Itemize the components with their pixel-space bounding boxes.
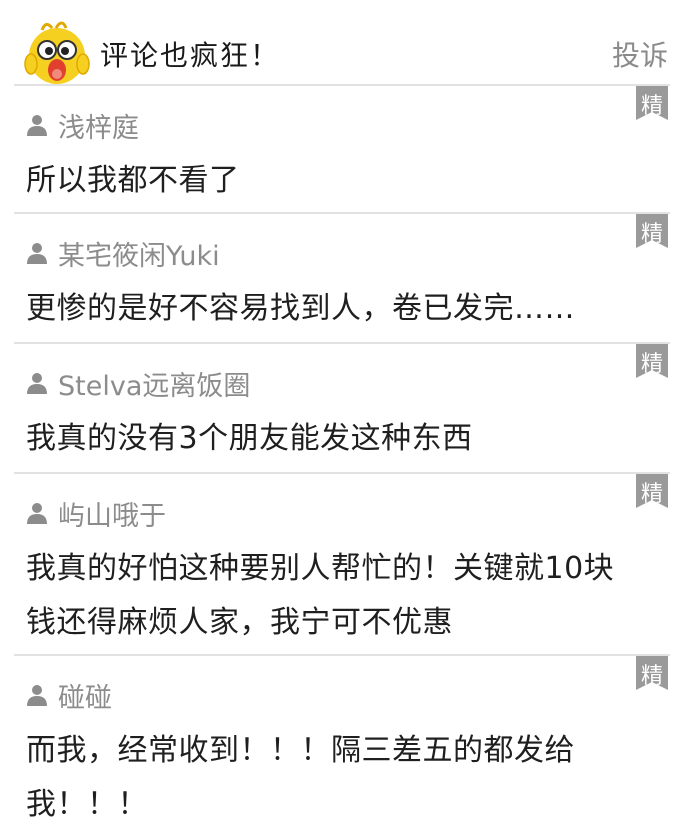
- user-icon: [27, 373, 47, 394]
- user-icon: [27, 503, 47, 524]
- user-icon: [27, 685, 47, 706]
- comment-text: 我真的好怕这种要别人帮忙的！关键就10块钱还得麻烦人家，我宁可不优惠: [26, 551, 615, 640]
- featured-badge-label: 精: [640, 352, 663, 377]
- comment-username: 屿山哦于: [58, 501, 166, 532]
- comments-header: 评论也疯狂！ 投诉: [0, 0, 684, 84]
- comment-text: 所以我都不看了: [26, 163, 240, 198]
- featured-badge-label: 精: [640, 94, 663, 119]
- comment-username: 浅梓庭: [58, 113, 139, 144]
- comment-username: 某宅筱闲Yuki: [58, 241, 220, 272]
- comment-text: 而我，经常收到！！！隔三差五的都发给我！！！: [26, 733, 575, 822]
- featured-badge: 精: [636, 344, 668, 378]
- featured-badge: 精: [636, 656, 668, 690]
- comment-item: 精 某宅筱闲Yuki 更惨的是好不容易找到人，卷已发完……: [14, 212, 670, 344]
- comment-text: 更惨的是好不容易找到人，卷已发完……: [26, 291, 575, 326]
- comment-item: 精 屿山哦于 我真的好怕这种要别人帮忙的！关键就10块钱还得麻烦人家，我宁可不优…: [14, 472, 670, 656]
- featured-badge-label: 精: [640, 482, 663, 507]
- header-title: 评论也疯狂！: [100, 39, 281, 72]
- comment-item: 精 Stelva远离饭圈 我真的没有3个朋友能发这种东西: [14, 342, 670, 474]
- featured-badge-label: 精: [640, 664, 663, 689]
- featured-badge: 精: [636, 474, 668, 508]
- comment-username: 碰碰: [58, 683, 112, 714]
- comment-item: 精 碰碰 而我，经常收到！！！隔三差五的都发给我！！！: [14, 654, 670, 831]
- featured-badge: 精: [636, 214, 668, 248]
- comment-text: 我真的没有3个朋友能发这种东西: [26, 421, 473, 456]
- user-icon: [27, 115, 47, 136]
- featured-badge-label: 精: [640, 222, 663, 247]
- featured-badge: 精: [636, 86, 668, 120]
- comment-item: 精 浅梓庭 所以我都不看了: [14, 84, 670, 214]
- comment-username: Stelva远离饭圈: [58, 371, 251, 402]
- user-icon: [27, 243, 47, 264]
- mascot-chick-icon: [22, 16, 92, 86]
- report-button[interactable]: 投诉: [612, 34, 668, 74]
